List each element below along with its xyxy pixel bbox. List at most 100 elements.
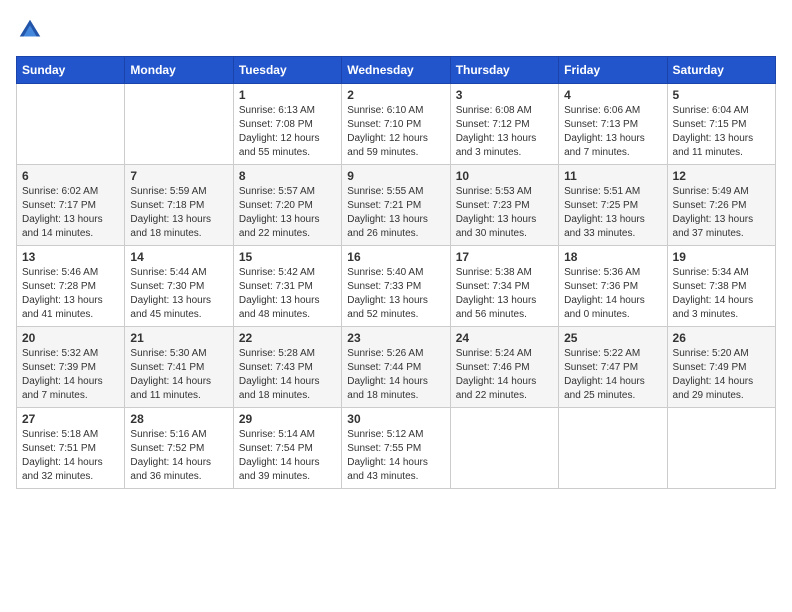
sunset-time: Sunset: 7:55 PM xyxy=(347,443,421,454)
daylight-hours: Daylight: 13 hours and 30 minutes. xyxy=(456,214,537,239)
daylight-hours: Daylight: 14 hours and 18 minutes. xyxy=(239,376,320,401)
calendar-cell: 5 Sunrise: 6:04 AM Sunset: 7:15 PM Dayli… xyxy=(667,84,775,165)
day-info: Sunrise: 5:34 AM Sunset: 7:38 PM Dayligh… xyxy=(673,266,770,322)
calendar-week-1: 1 Sunrise: 6:13 AM Sunset: 7:08 PM Dayli… xyxy=(17,84,776,165)
sunrise-time: Sunrise: 6:08 AM xyxy=(456,105,532,116)
day-info: Sunrise: 6:06 AM Sunset: 7:13 PM Dayligh… xyxy=(564,104,661,160)
sunrise-time: Sunrise: 5:57 AM xyxy=(239,186,315,197)
sunrise-time: Sunrise: 5:51 AM xyxy=(564,186,640,197)
day-info: Sunrise: 5:57 AM Sunset: 7:20 PM Dayligh… xyxy=(239,185,336,241)
daylight-hours: Daylight: 14 hours and 7 minutes. xyxy=(22,376,103,401)
day-number: 29 xyxy=(239,412,336,426)
day-number: 15 xyxy=(239,250,336,264)
daylight-hours: Daylight: 13 hours and 41 minutes. xyxy=(22,295,103,320)
sunset-time: Sunset: 7:43 PM xyxy=(239,362,313,373)
day-number: 5 xyxy=(673,88,770,102)
day-info: Sunrise: 6:02 AM Sunset: 7:17 PM Dayligh… xyxy=(22,185,119,241)
sunset-time: Sunset: 7:47 PM xyxy=(564,362,638,373)
calendar-cell xyxy=(17,84,125,165)
day-number: 17 xyxy=(456,250,553,264)
day-number: 12 xyxy=(673,169,770,183)
sunset-time: Sunset: 7:21 PM xyxy=(347,200,421,211)
weekday-header-tuesday: Tuesday xyxy=(233,57,341,84)
day-number: 13 xyxy=(22,250,119,264)
sunrise-time: Sunrise: 5:16 AM xyxy=(130,429,206,440)
day-number: 23 xyxy=(347,331,444,345)
sunrise-time: Sunrise: 5:30 AM xyxy=(130,348,206,359)
day-number: 3 xyxy=(456,88,553,102)
sunrise-time: Sunrise: 5:40 AM xyxy=(347,267,423,278)
day-number: 11 xyxy=(564,169,661,183)
daylight-hours: Daylight: 14 hours and 18 minutes. xyxy=(347,376,428,401)
day-number: 9 xyxy=(347,169,444,183)
day-info: Sunrise: 5:26 AM Sunset: 7:44 PM Dayligh… xyxy=(347,347,444,403)
sunrise-time: Sunrise: 5:32 AM xyxy=(22,348,98,359)
daylight-hours: Daylight: 14 hours and 25 minutes. xyxy=(564,376,645,401)
sunrise-time: Sunrise: 5:44 AM xyxy=(130,267,206,278)
calendar-cell: 24 Sunrise: 5:24 AM Sunset: 7:46 PM Dayl… xyxy=(450,327,558,408)
sunset-time: Sunset: 7:08 PM xyxy=(239,119,313,130)
sunset-time: Sunset: 7:34 PM xyxy=(456,281,530,292)
calendar-cell: 12 Sunrise: 5:49 AM Sunset: 7:26 PM Dayl… xyxy=(667,165,775,246)
sunset-time: Sunset: 7:31 PM xyxy=(239,281,313,292)
sunrise-time: Sunrise: 5:22 AM xyxy=(564,348,640,359)
calendar-cell xyxy=(125,84,233,165)
daylight-hours: Daylight: 13 hours and 7 minutes. xyxy=(564,133,645,158)
sunset-time: Sunset: 7:28 PM xyxy=(22,281,96,292)
calendar-cell: 19 Sunrise: 5:34 AM Sunset: 7:38 PM Dayl… xyxy=(667,246,775,327)
weekday-header-sunday: Sunday xyxy=(17,57,125,84)
logo xyxy=(16,16,48,44)
daylight-hours: Daylight: 14 hours and 32 minutes. xyxy=(22,457,103,482)
sunset-time: Sunset: 7:38 PM xyxy=(673,281,747,292)
daylight-hours: Daylight: 13 hours and 26 minutes. xyxy=(347,214,428,239)
calendar-cell: 1 Sunrise: 6:13 AM Sunset: 7:08 PM Dayli… xyxy=(233,84,341,165)
calendar-cell: 18 Sunrise: 5:36 AM Sunset: 7:36 PM Dayl… xyxy=(559,246,667,327)
day-info: Sunrise: 6:10 AM Sunset: 7:10 PM Dayligh… xyxy=(347,104,444,160)
day-info: Sunrise: 5:24 AM Sunset: 7:46 PM Dayligh… xyxy=(456,347,553,403)
sunset-time: Sunset: 7:25 PM xyxy=(564,200,638,211)
calendar-cell: 22 Sunrise: 5:28 AM Sunset: 7:43 PM Dayl… xyxy=(233,327,341,408)
daylight-hours: Daylight: 14 hours and 39 minutes. xyxy=(239,457,320,482)
day-number: 18 xyxy=(564,250,661,264)
day-info: Sunrise: 5:53 AM Sunset: 7:23 PM Dayligh… xyxy=(456,185,553,241)
day-number: 6 xyxy=(22,169,119,183)
day-number: 27 xyxy=(22,412,119,426)
daylight-hours: Daylight: 13 hours and 56 minutes. xyxy=(456,295,537,320)
sunset-time: Sunset: 7:23 PM xyxy=(456,200,530,211)
daylight-hours: Daylight: 13 hours and 33 minutes. xyxy=(564,214,645,239)
weekday-header-saturday: Saturday xyxy=(667,57,775,84)
day-info: Sunrise: 5:42 AM Sunset: 7:31 PM Dayligh… xyxy=(239,266,336,322)
day-number: 8 xyxy=(239,169,336,183)
sunrise-time: Sunrise: 5:42 AM xyxy=(239,267,315,278)
day-number: 22 xyxy=(239,331,336,345)
daylight-hours: Daylight: 13 hours and 14 minutes. xyxy=(22,214,103,239)
calendar-cell: 11 Sunrise: 5:51 AM Sunset: 7:25 PM Dayl… xyxy=(559,165,667,246)
calendar-cell: 3 Sunrise: 6:08 AM Sunset: 7:12 PM Dayli… xyxy=(450,84,558,165)
sunrise-time: Sunrise: 5:46 AM xyxy=(22,267,98,278)
daylight-hours: Daylight: 14 hours and 3 minutes. xyxy=(673,295,754,320)
daylight-hours: Daylight: 13 hours and 18 minutes. xyxy=(130,214,211,239)
sunset-time: Sunset: 7:12 PM xyxy=(456,119,530,130)
calendar-cell: 9 Sunrise: 5:55 AM Sunset: 7:21 PM Dayli… xyxy=(342,165,450,246)
calendar-cell: 27 Sunrise: 5:18 AM Sunset: 7:51 PM Dayl… xyxy=(17,408,125,489)
calendar-cell xyxy=(450,408,558,489)
calendar-cell: 2 Sunrise: 6:10 AM Sunset: 7:10 PM Dayli… xyxy=(342,84,450,165)
day-number: 24 xyxy=(456,331,553,345)
day-info: Sunrise: 6:04 AM Sunset: 7:15 PM Dayligh… xyxy=(673,104,770,160)
daylight-hours: Daylight: 14 hours and 11 minutes. xyxy=(130,376,211,401)
calendar-cell: 25 Sunrise: 5:22 AM Sunset: 7:47 PM Dayl… xyxy=(559,327,667,408)
calendar-week-2: 6 Sunrise: 6:02 AM Sunset: 7:17 PM Dayli… xyxy=(17,165,776,246)
weekday-header-monday: Monday xyxy=(125,57,233,84)
sunset-time: Sunset: 7:18 PM xyxy=(130,200,204,211)
day-info: Sunrise: 6:13 AM Sunset: 7:08 PM Dayligh… xyxy=(239,104,336,160)
day-number: 19 xyxy=(673,250,770,264)
sunset-time: Sunset: 7:13 PM xyxy=(564,119,638,130)
sunset-time: Sunset: 7:20 PM xyxy=(239,200,313,211)
sunrise-time: Sunrise: 5:34 AM xyxy=(673,267,749,278)
day-number: 25 xyxy=(564,331,661,345)
day-info: Sunrise: 5:38 AM Sunset: 7:34 PM Dayligh… xyxy=(456,266,553,322)
calendar-cell: 29 Sunrise: 5:14 AM Sunset: 7:54 PM Dayl… xyxy=(233,408,341,489)
day-number: 2 xyxy=(347,88,444,102)
calendar-week-3: 13 Sunrise: 5:46 AM Sunset: 7:28 PM Dayl… xyxy=(17,246,776,327)
daylight-hours: Daylight: 14 hours and 22 minutes. xyxy=(456,376,537,401)
